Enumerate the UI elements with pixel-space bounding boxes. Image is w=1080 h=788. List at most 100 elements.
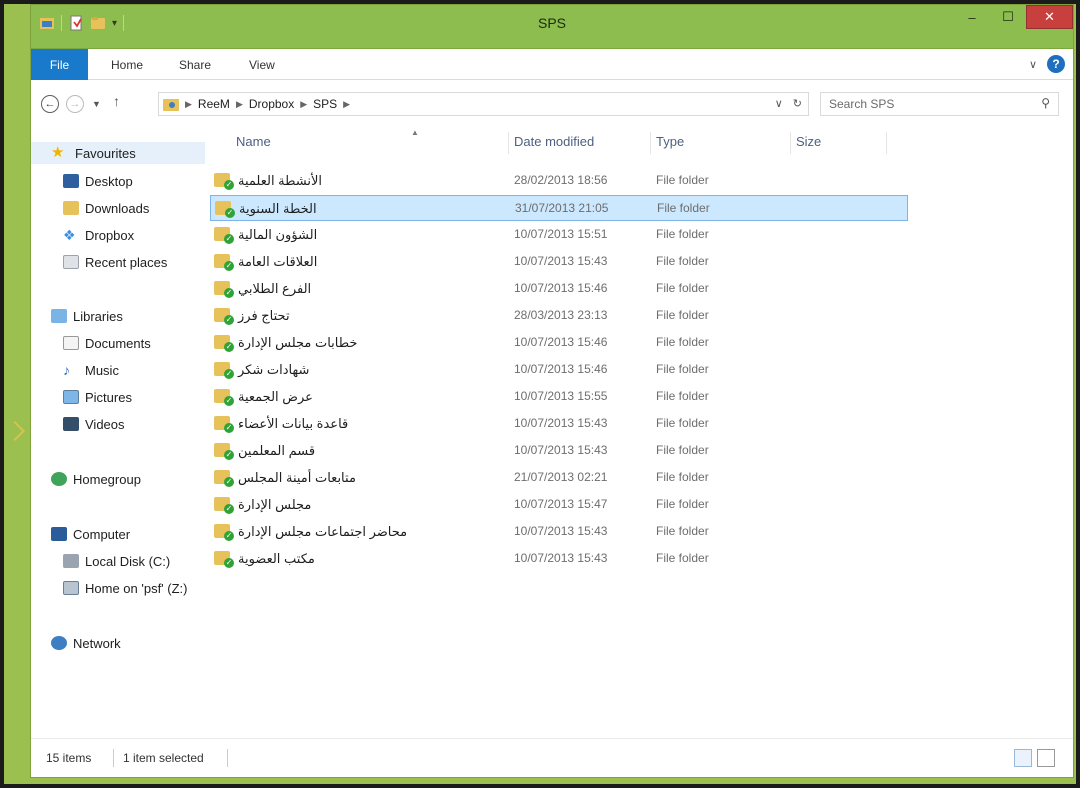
file-date-modified: 10/07/2013 15:55	[514, 389, 608, 403]
back-button[interactable]: ←	[41, 95, 59, 113]
selection-count: 1 item selected	[123, 751, 204, 765]
maximize-button[interactable]: ☐	[990, 5, 1026, 29]
videos-icon	[63, 417, 79, 431]
forward-button[interactable]: →	[66, 95, 84, 113]
sidebar-item-network-drive[interactable]: Home on 'psf' (Z:)	[63, 577, 188, 599]
sidebar-homegroup[interactable]: Homegroup	[51, 468, 141, 490]
pictures-icon	[63, 390, 79, 404]
column-divider[interactable]	[650, 132, 651, 154]
window-controls: ‒ ☐ ✕	[954, 5, 1073, 29]
sidebar-item-recent-places[interactable]: Recent places	[63, 251, 167, 273]
tab-view[interactable]: View	[249, 49, 275, 80]
breadcrumb-separator-icon[interactable]: ▶	[185, 99, 192, 110]
column-divider[interactable]	[790, 132, 791, 154]
column-header-size[interactable]: Size	[796, 134, 821, 149]
sidebar-favourites[interactable]: ★ Favourites	[31, 142, 205, 164]
sidebar-item-label: Downloads	[85, 200, 150, 216]
address-history-icon[interactable]: ∨	[775, 97, 783, 110]
sidebar-item-downloads[interactable]: Downloads	[63, 197, 149, 219]
file-row[interactable]: تحتاج فرز 28/03/2013 23:13 File folder	[210, 303, 908, 329]
tab-share[interactable]: Share	[179, 49, 211, 80]
file-name: مجلس الإدارة	[238, 497, 312, 512]
breadcrumb-separator-icon[interactable]: ▶	[343, 99, 350, 110]
close-button[interactable]: ✕	[1026, 5, 1073, 29]
file-row[interactable]: الخطة السنوية 31/07/2013 21:05 File folder	[210, 195, 908, 221]
file-name: الشؤون المالية	[238, 227, 318, 242]
file-row[interactable]: الشؤون المالية 10/07/2013 15:51 File folde…	[210, 222, 908, 248]
file-type: File folder	[656, 497, 709, 511]
recent-places-icon	[63, 255, 79, 269]
sidebar-item-music[interactable]: ♪ Music	[63, 359, 119, 381]
sidebar-network[interactable]: Network	[51, 632, 121, 654]
sidebar-network-label: Network	[73, 635, 121, 651]
up-button[interactable]: ↑	[113, 93, 120, 109]
sidebar-item-documents[interactable]: Documents	[63, 332, 151, 354]
file-row[interactable]: مكتب العضوية 10/07/2013 15:43 File folder	[210, 546, 908, 572]
file-name: تحتاج فرز	[238, 308, 290, 323]
sidebar-item-dropbox[interactable]: ❖ Dropbox	[63, 224, 134, 246]
file-row[interactable]: خطابات مجلس الإدارة 10/07/2013 15:46 File …	[210, 330, 908, 356]
file-row[interactable]: قاعدة بيانات الأعضاء 10/07/2013 15:43 File…	[210, 411, 908, 437]
sidebar-item-desktop[interactable]: Desktop	[63, 170, 133, 192]
details-view-icon[interactable]	[1014, 749, 1032, 767]
file-row[interactable]: عرض الجمعية 10/07/2013 15:55 File folder	[210, 384, 908, 410]
file-type: File folder	[656, 470, 709, 484]
search-input[interactable]: Search SPS ⚲	[820, 92, 1059, 116]
column-header-date[interactable]: Date modified	[514, 134, 594, 149]
breadcrumb-separator-icon[interactable]: ▶	[300, 99, 307, 110]
file-name: مكتب العضوية	[238, 551, 315, 566]
sidebar-homegroup-label: Homegroup	[73, 471, 141, 487]
column-header-type[interactable]: Type	[656, 134, 684, 149]
help-icon[interactable]: ?	[1047, 55, 1065, 73]
file-row[interactable]: محاضر اجتماعات مجلس الإدارة 10/07/2013 15…	[210, 519, 908, 545]
file-date-modified: 10/07/2013 15:43	[514, 524, 608, 538]
address-bar[interactable]: ▶ ReeM ▶ Dropbox ▶ SPS ▶ ∨ ↻	[158, 92, 809, 116]
sidebar-item-label: Dropbox	[85, 227, 135, 243]
synced-folder-icon	[214, 497, 234, 514]
file-date-modified: 10/07/2013 15:46	[514, 335, 608, 349]
file-date-modified: 10/07/2013 15:43	[514, 416, 608, 430]
sidebar-libraries[interactable]: Libraries	[51, 305, 123, 327]
tab-file[interactable]: File	[31, 49, 88, 80]
file-row[interactable]: قسم المعلمين 10/07/2013 15:43 File folder	[210, 438, 908, 464]
breadcrumb-sps[interactable]: SPS	[313, 97, 337, 111]
file-row[interactable]: متابعات أمينة المجلس 21/07/2013 02:21 File…	[210, 465, 908, 491]
expand-ribbon-icon[interactable]: ∨	[1029, 58, 1037, 71]
synced-folder-icon	[214, 308, 234, 325]
file-list: ▲ Name Date modified Type Size الأنشطة ا…	[206, 128, 1073, 738]
file-date-modified: 28/03/2013 23:13	[514, 308, 608, 322]
minimize-button[interactable]: ‒	[954, 5, 990, 29]
search-placeholder: Search SPS	[829, 97, 895, 111]
sidebar-computer[interactable]: Computer	[51, 523, 130, 545]
file-row[interactable]: العلاقات العامة 10/07/2013 15:43 File fold…	[210, 249, 908, 275]
synced-folder-icon	[214, 443, 234, 460]
file-date-modified: 10/07/2013 15:47	[514, 497, 608, 511]
recent-locations-icon[interactable]: ▼	[92, 99, 101, 109]
breadcrumb-separator-icon[interactable]: ▶	[236, 99, 243, 110]
search-icon[interactable]: ⚲	[1041, 96, 1050, 110]
file-row[interactable]: مجلس الإدارة 10/07/2013 15:47 File folder	[210, 492, 908, 518]
column-divider[interactable]	[508, 132, 509, 154]
synced-folder-icon	[214, 335, 234, 352]
sidebar-item-label: Music	[85, 362, 119, 378]
refresh-icon[interactable]: ↻	[793, 97, 802, 110]
sidebar-item-local-disk[interactable]: Local Disk (C:)	[63, 550, 170, 572]
file-type: File folder	[656, 227, 709, 241]
user-folder-icon	[163, 97, 179, 111]
file-type: File folder	[657, 201, 710, 215]
sidebar-favourites-label: Favourites	[75, 145, 136, 161]
tab-home[interactable]: Home	[111, 49, 143, 80]
large-icons-view-icon[interactable]	[1037, 749, 1055, 767]
file-row[interactable]: شهادات شكر 10/07/2013 15:46 File folder	[210, 357, 908, 383]
file-row[interactable]: الفرع الطلابي 10/07/2013 15:46 File folder	[210, 276, 908, 302]
sidebar-item-videos[interactable]: Videos	[63, 413, 125, 435]
synced-folder-icon	[214, 227, 234, 244]
file-date-modified: 21/07/2013 02:21	[514, 470, 608, 484]
breadcrumb-reem[interactable]: ReeM	[198, 97, 230, 111]
column-divider[interactable]	[886, 132, 887, 154]
column-header-name[interactable]: Name	[236, 134, 271, 149]
breadcrumb-dropbox[interactable]: Dropbox	[249, 97, 294, 111]
sidebar-item-pictures[interactable]: Pictures	[63, 386, 132, 408]
file-date-modified: 28/02/2013 18:56	[514, 173, 608, 187]
file-row[interactable]: الأنشطة العلمية 28/02/2013 18:56 File fold…	[210, 168, 908, 194]
